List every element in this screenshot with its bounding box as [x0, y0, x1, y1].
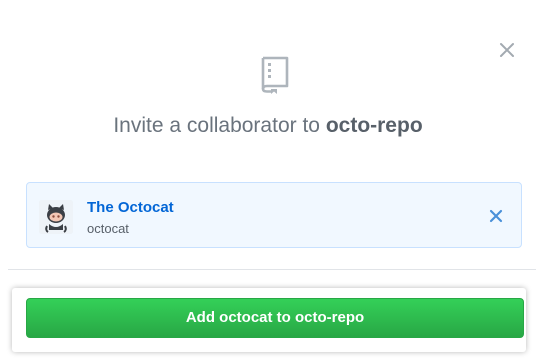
close-button[interactable] [497, 40, 517, 60]
user-login: octocat [87, 221, 129, 236]
remove-user-icon [489, 209, 503, 223]
invite-collaborator-dialog: Invite a collaborator to octo-repo The O… [0, 0, 536, 360]
user-display-name[interactable]: The Octocat [87, 199, 174, 216]
dialog-footer: Add octocat to octo-repo [12, 288, 526, 352]
octocat-avatar-icon [39, 200, 73, 234]
dialog-heading: Invite a collaborator to octo-repo [0, 114, 536, 138]
repo-book-icon [261, 56, 289, 94]
close-icon [500, 43, 514, 57]
footer-divider [8, 269, 536, 270]
heading-repo-name: octo-repo [325, 114, 423, 137]
heading-prefix: Invite a collaborator to [113, 114, 320, 137]
user-avatar [39, 200, 73, 234]
remove-user-button[interactable] [487, 207, 505, 225]
selected-user-card: The Octocat octocat [26, 182, 522, 248]
add-collaborator-button[interactable]: Add octocat to octo-repo [26, 298, 524, 338]
